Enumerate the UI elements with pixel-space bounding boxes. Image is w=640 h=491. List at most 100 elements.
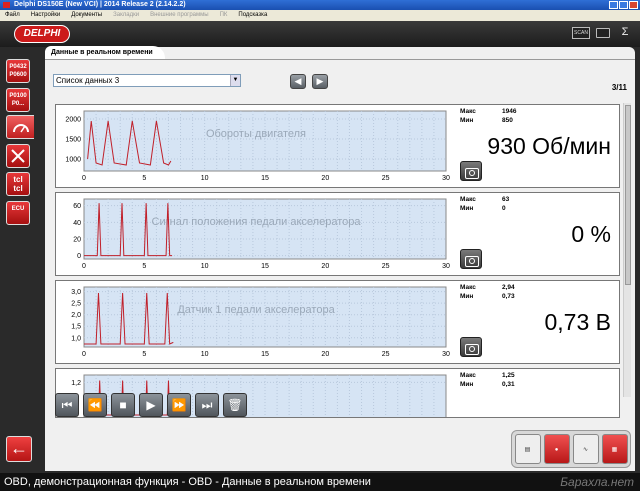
menu-pc[interactable]: ПК (220, 10, 228, 21)
menu-documents[interactable]: Документы (71, 10, 102, 21)
min-label: Мин (460, 117, 474, 124)
menu-settings[interactable]: Настройки (31, 10, 60, 21)
camera-icon[interactable] (460, 249, 482, 269)
x-tick-label: 20 (321, 263, 329, 270)
menu-bookmarks[interactable]: Закладки (113, 10, 139, 21)
x-tick-label: 15 (261, 351, 269, 358)
x-tick-label: 5 (142, 175, 146, 182)
camera-icon[interactable] (460, 161, 482, 181)
x-tick-label: 10 (201, 351, 209, 358)
graphs-scrollbar[interactable] (623, 103, 631, 397)
rewind-button[interactable]: ⏪ (83, 393, 107, 417)
battery-icon (596, 28, 610, 38)
header-icons: SCAN Ʃ (572, 27, 634, 39)
graph-panel: 60 40 20 0 0 5 10 15 20 25 30 Сигнал положения педа… (55, 192, 620, 276)
left-sidebar: P0432 P0600 P0100 P0... tcl tcl ECU ← (0, 47, 34, 471)
sidebar-freeze-frame-button[interactable]: P0100 P0... (6, 88, 30, 112)
app-icon (3, 2, 10, 8)
parameter-name: Обороты двигателя (206, 128, 306, 140)
y-tick-label: 60 (73, 203, 81, 210)
sidebar-actuators-button[interactable] (6, 144, 30, 168)
print-icon[interactable]: ▤ (514, 434, 541, 464)
x-tick-label: 30 (442, 175, 450, 182)
stop-button[interactable]: ■ (111, 393, 135, 417)
max-value: 63 (502, 196, 510, 203)
back-button[interactable]: ← (6, 436, 32, 462)
data-list-select[interactable]: Список данных 3 ▼ (53, 74, 241, 87)
maximize-button[interactable] (619, 1, 628, 9)
settings-icon[interactable]: ▦ (601, 434, 628, 464)
record-icon[interactable]: ● (543, 434, 570, 464)
y-tick-label: 1,2 (71, 380, 81, 387)
min-max-stats: Макс 1946 Мин 850 (460, 107, 516, 125)
y-tick-label: 1000 (65, 157, 81, 164)
graph-plot[interactable]: 3,0 2,5 2,0 1,5 1,0 0 5 10 15 20 25 30 Датчик 1 педа… (56, 281, 451, 365)
graph-plot[interactable]: 60 40 20 00 5 10 15 20 25 30 Сигнал положения педа… (56, 193, 451, 277)
menu-help[interactable]: Подсказка (238, 10, 267, 21)
menu-external-programs[interactable]: Внешние программы (150, 10, 208, 21)
x-tick-label: 25 (382, 175, 390, 182)
brand-icon: Ʃ (621, 26, 629, 38)
graph-panel: 2000 1500 1000 0 5 10 15 20 25 30 Обороты двигател… (55, 104, 620, 188)
menu-file[interactable]: Файл (5, 10, 20, 21)
current-value: 0 % (571, 221, 611, 247)
x-tick-label: 25 (382, 263, 390, 270)
app-header: DELPHI SCAN Ʃ (0, 21, 640, 47)
skip-to-end-button[interactable]: ⏭ (195, 393, 219, 417)
graph-icon[interactable]: ∿ (572, 434, 599, 464)
gauge-icon (12, 124, 29, 133)
max-label: Макс (460, 108, 476, 115)
app-window: Delphi DS150E (New VCI) | 2014 Release 2… (0, 0, 640, 491)
min-label: Мин (460, 293, 474, 300)
min-value: 0 (502, 205, 506, 212)
max-value: 1946 (502, 108, 517, 115)
fast-forward-button[interactable]: ⏩ (167, 393, 191, 417)
chevron-down-icon[interactable]: ▼ (230, 75, 240, 86)
x-tick-label: 25 (382, 351, 390, 358)
window-title: Delphi DS150E (New VCI) | 2014 Release 2… (14, 1, 186, 8)
skip-to-start-button[interactable]: ⏮ (55, 393, 79, 417)
max-value: 1,25 (502, 372, 515, 379)
title-bar: Delphi DS150E (New VCI) | 2014 Release 2… (0, 0, 640, 10)
min-value: 0,31 (502, 381, 515, 388)
y-tick-label: 2000 (65, 117, 81, 124)
y-tick-label: 1,0 (71, 335, 81, 342)
sidebar-item-label: P0432 P0600 (9, 64, 27, 78)
scroll-thumb[interactable] (625, 105, 631, 285)
sidebar-tcl-button[interactable]: tcl tcl (6, 172, 30, 196)
min-value: 0,73 (502, 293, 515, 300)
sidebar-fault-codes-button[interactable]: P0432 P0600 (6, 59, 30, 83)
previous-list-button[interactable]: ◀ (290, 74, 306, 89)
x-tick-label: 30 (442, 351, 450, 358)
minimize-button[interactable] (609, 1, 618, 9)
y-tick-label: 2,0 (71, 312, 81, 319)
delete-recording-button[interactable]: 🗑 (223, 393, 247, 417)
page-indicator: 3/11 (611, 83, 627, 92)
y-tick-label: 20 (73, 237, 81, 244)
window-controls (609, 1, 638, 9)
x-tick-label: 5 (142, 351, 146, 358)
parameter-name: Датчик 1 педали акселератора (177, 304, 335, 316)
live-data-panel: Данные в реальном времени Список данных … (45, 46, 635, 471)
close-button[interactable] (629, 1, 638, 9)
min-max-stats: Макс 1,25 Мин 0,31 (460, 371, 515, 389)
x-tick-label: 10 (201, 263, 209, 270)
current-value: 930 Об/мин (487, 133, 611, 159)
y-tick-label: 3,0 (71, 289, 81, 296)
graph-plot[interactable]: 2000 1500 1000 0 5 10 15 20 25 30 Обороты двигател… (56, 105, 451, 189)
y-tick-label: 1500 (65, 137, 81, 144)
sidebar-live-data-button[interactable] (6, 115, 34, 139)
data-list-select-value: Список данных 3 (56, 76, 120, 85)
sidebar-item-label: ECU (11, 206, 25, 212)
min-label: Мин (460, 205, 474, 212)
sidebar-ecu-button[interactable]: ECU (6, 201, 30, 225)
scan-icon[interactable]: SCAN (572, 27, 590, 39)
sidebar-item-label: P0100 P0... (9, 93, 27, 107)
next-list-button[interactable]: ▶ (312, 74, 328, 89)
play-button[interactable]: ▶ (139, 393, 163, 417)
tab-live-data[interactable]: Данные в реальном времени (45, 46, 165, 59)
menu-bar: Файл Настройки Документы Закладки Внешни… (0, 10, 640, 21)
y-tick-label: 0 (77, 253, 81, 260)
x-tick-label: 20 (321, 175, 329, 182)
camera-icon[interactable] (460, 337, 482, 357)
